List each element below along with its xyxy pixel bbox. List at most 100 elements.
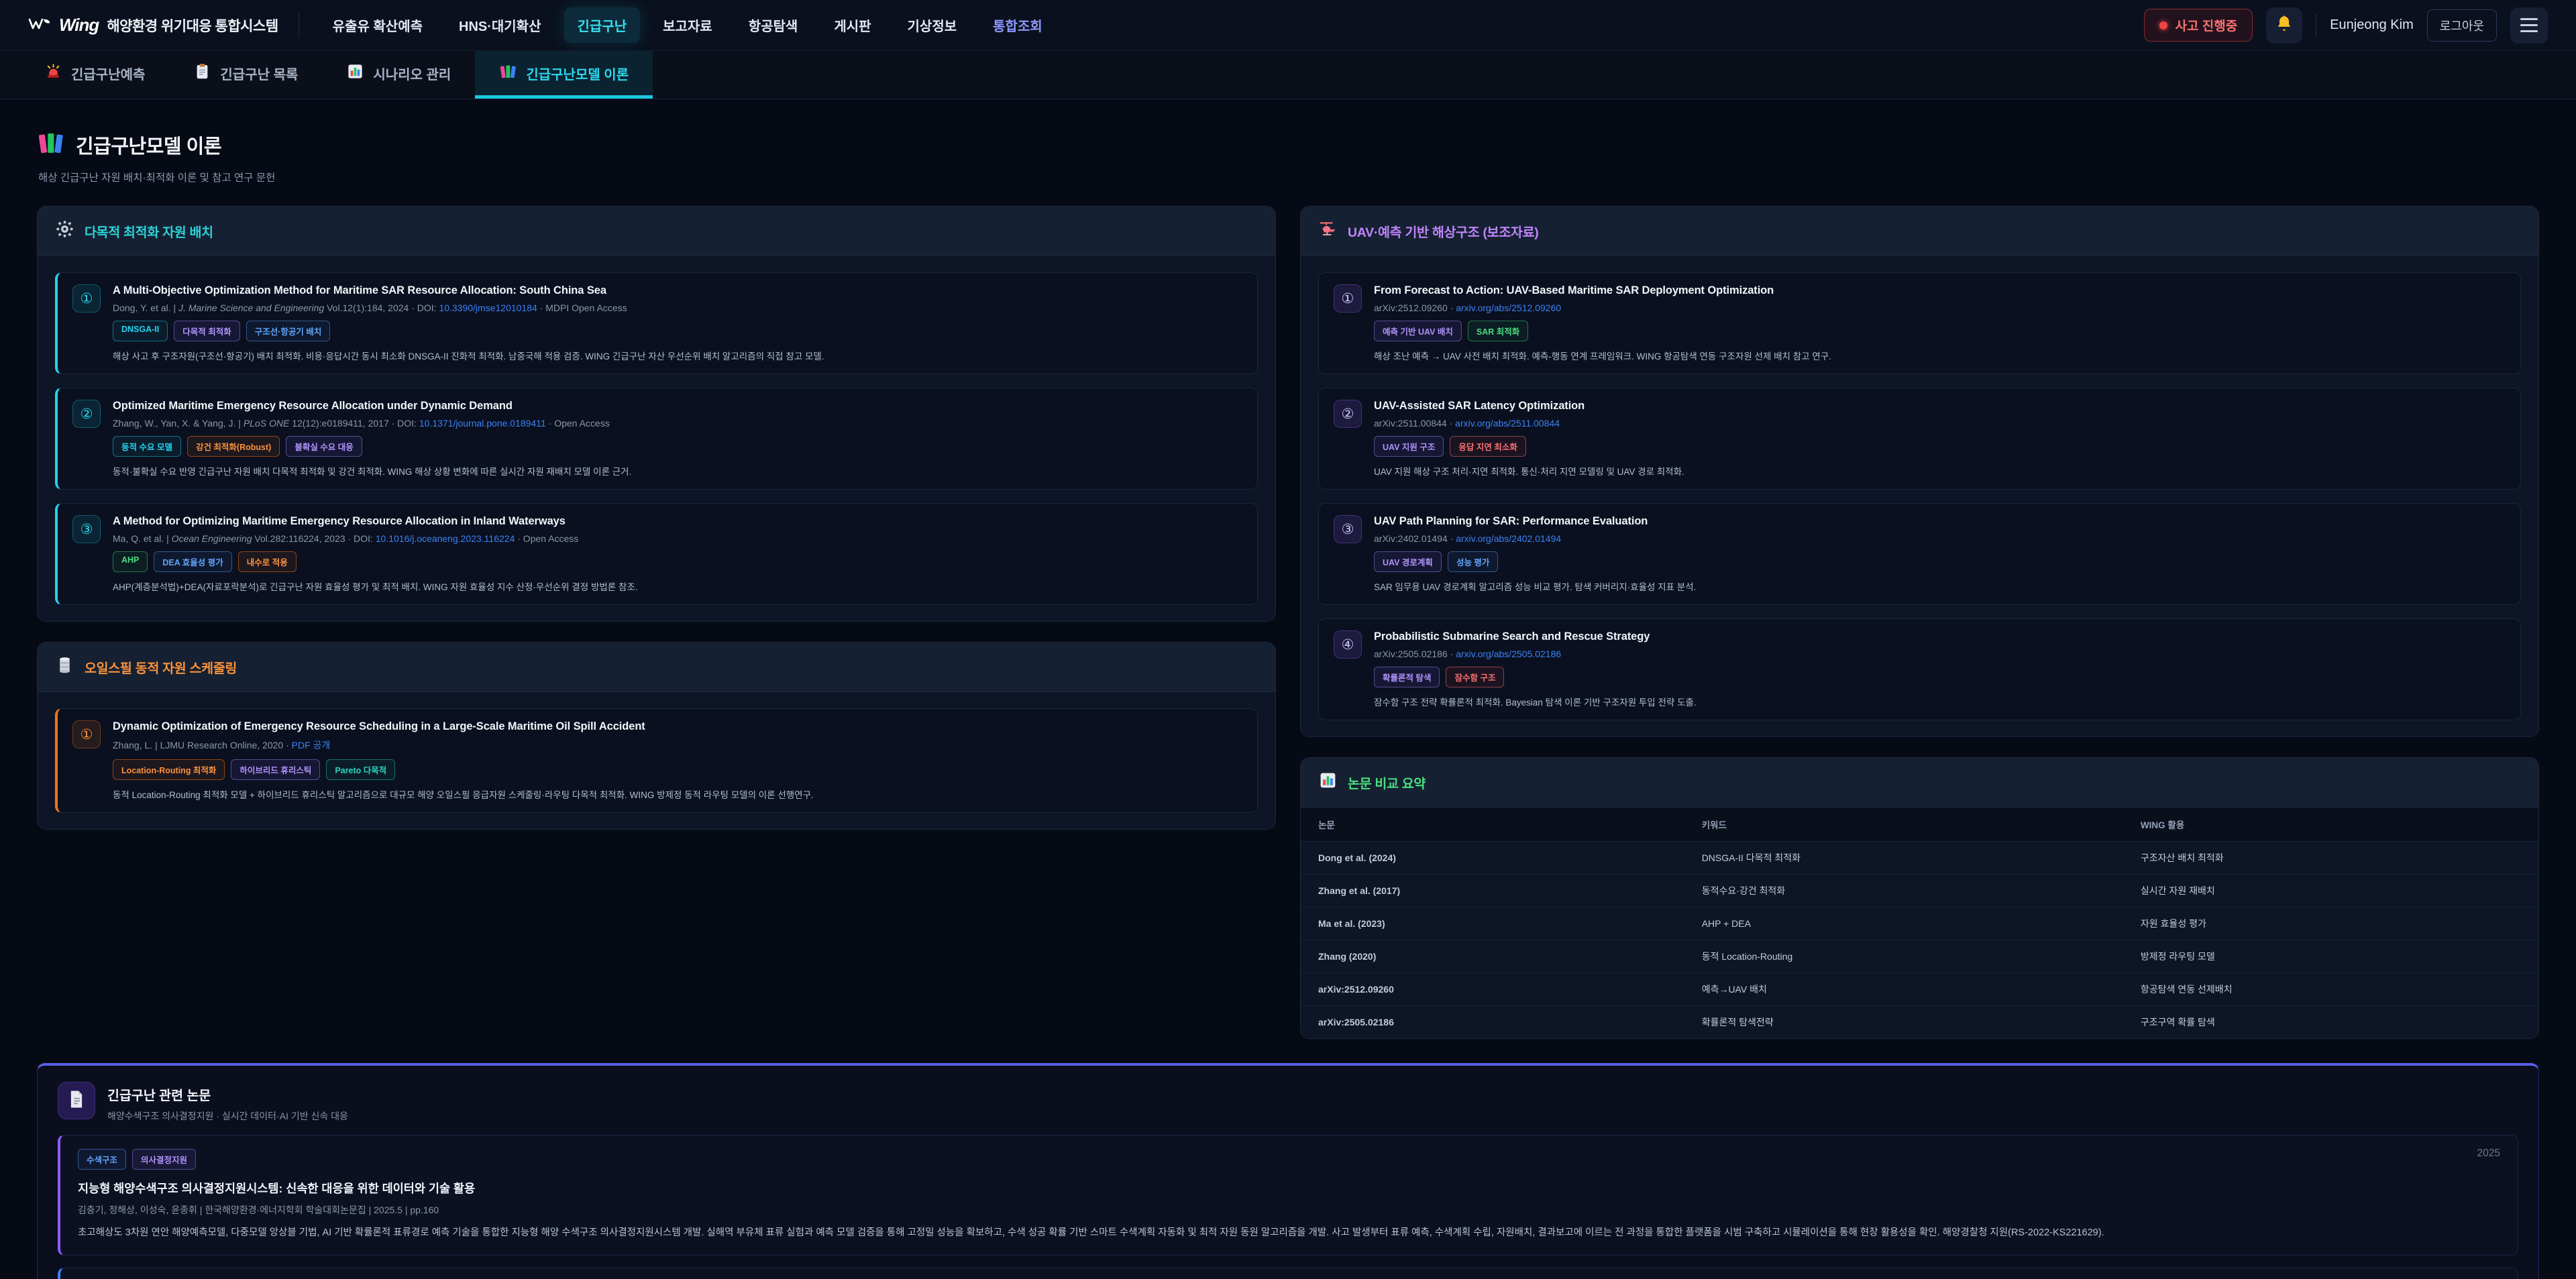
nav-item-유출유 확산예측[interactable]: 유출유 확산예측: [319, 7, 436, 43]
doi-link[interactable]: 10.3390/jmse12010184: [439, 302, 537, 313]
bar-chart-icon: [1318, 771, 1338, 794]
related-header-text: 긴급구난 관련 논문 해양수색구조 의사결정지원 · 실시간 데이터·AI 기반…: [107, 1082, 348, 1123]
paper-link[interactable]: Dong et al. (2024): [1301, 842, 1684, 875]
table-row: Dong et al. (2024)DNSGA-II 다목적 최적화구조자산 배…: [1301, 842, 2538, 875]
journal-name: PLoS ONE: [244, 418, 289, 429]
paper-number-badge: ④: [1334, 630, 1362, 659]
paper-link[interactable]: Ma et al. (2023): [1301, 907, 1684, 940]
nav-item-통합조회[interactable]: 통합조회: [979, 7, 1056, 43]
tab-긴급구난 목록[interactable]: 긴급구난 목록: [169, 51, 322, 99]
meta-text: Zhang, W., Yan, X. & Yang, J. |: [113, 418, 244, 429]
doi-link[interactable]: 10.1371/journal.pone.0189411: [419, 418, 546, 429]
paper-body: UAV-Assisted SAR Latency Optimization ar…: [1374, 400, 2506, 478]
tab-시나리오 관리[interactable]: 시나리오 관리: [322, 51, 475, 99]
wing-usage-cell: 방제정 라우팅 모델: [2123, 940, 2538, 973]
keyword-cell: 예측→UAV 배치: [1684, 973, 2123, 1006]
paper-title: UAV-Assisted SAR Latency Optimization: [1374, 400, 2506, 412]
meta-text: arXiv:2505.02186 ·: [1374, 649, 1456, 659]
brand-name: 해양환경 위기대응 통합시스템: [107, 15, 278, 36]
paper-link[interactable]: arXiv:2505.02186: [1301, 1006, 1684, 1039]
notifications-button[interactable]: [2266, 7, 2302, 44]
page-header: 긴급구난모델 이론: [37, 129, 2539, 160]
paper-description: 동적 Location-Routing 최적화 모델 + 하이브리드 휴리스틱 …: [113, 787, 1242, 801]
tab-label: 긴급구난예측: [71, 64, 145, 83]
paper-title: From Forecast to Action: UAV-Based Marit…: [1374, 284, 2506, 297]
paper-number-badge: ①: [1334, 284, 1362, 313]
doi-link[interactable]: 10.1016/j.oceaneng.2023.116224: [376, 533, 515, 544]
paper-byline: 김충기, 정해상, 이성숙, 윤종휘 | 한국해양환경·에너지학회 학술대회논문…: [78, 1203, 2500, 1217]
gear-icon: [55, 219, 74, 243]
paper-description: 해상 사고 후 구조자원(구조선·항공기) 배치 최적화. 비용·응답시간 동시…: [113, 349, 1242, 362]
section-uav: UAV·예측 기반 해상구조 (보조자료) ① From Forecast to…: [1300, 206, 2539, 737]
paper-title: A Multi-Objective Optimization Method fo…: [113, 284, 1242, 297]
topbar-right: 사고 진행중 Eunjeong Kim 로그아웃: [2144, 7, 2548, 44]
doi-link[interactable]: arxiv.org/abs/2505.02186: [1456, 649, 1561, 659]
helicopter-icon: [1318, 219, 1338, 243]
tag-badge: 구조선·항공기 배치: [246, 321, 331, 341]
paper-meta: arXiv:2505.02186 · arxiv.org/abs/2505.02…: [1374, 649, 2506, 659]
doi-link[interactable]: arxiv.org/abs/2511.00844: [1455, 418, 1560, 429]
tag-badge: Location-Routing 최적화: [113, 759, 225, 780]
paper-meta: arXiv:2512.09260 · arxiv.org/abs/2512.09…: [1374, 302, 2506, 313]
table-row: arXiv:2512.09260예측→UAV 배치항공탐색 연동 선제배치: [1301, 973, 2538, 1006]
hamburger-menu-button[interactable]: [2510, 7, 2548, 44]
logout-button[interactable]: 로그아웃: [2427, 9, 2497, 42]
tag-badge: 예측 기반 UAV 배치: [1374, 321, 1462, 341]
nav-item-항공탐색[interactable]: 항공탐색: [735, 7, 812, 43]
incident-status-badge[interactable]: 사고 진행중: [2144, 9, 2253, 42]
related-title: 긴급구난 관련 논문: [107, 1085, 348, 1104]
document-icon: [66, 1089, 87, 1113]
paper-body: UAV Path Planning for SAR: Performance E…: [1374, 515, 2506, 593]
paper-link[interactable]: Zhang (2020): [1301, 940, 1684, 973]
paper-tags: 동적 수요 모델강건 최적화(Robust)불확실 수요 대응: [113, 436, 1242, 457]
nav-item-보고자료[interactable]: 보고자료: [649, 7, 726, 43]
paper-body: A Multi-Objective Optimization Method fo…: [113, 284, 1242, 362]
comparison-table-header: 논문키워드WING 활용: [1301, 808, 2538, 842]
paper-link[interactable]: arXiv:2512.09260: [1301, 973, 1684, 1006]
table-row: Zhang (2020)동적 Location-Routing방제정 라우팅 모…: [1301, 940, 2538, 973]
paper-card: ① A Multi-Objective Optimization Method …: [55, 272, 1258, 374]
nav-item-긴급구난[interactable]: 긴급구난: [564, 7, 641, 43]
paper-list: ① A Multi-Objective Optimization Method …: [38, 256, 1275, 621]
paper-tags: UAV 지원 구조응답 지연 최소화: [1374, 436, 2506, 457]
tag-badge: 확률론적 탐색: [1374, 667, 1440, 687]
paper-number-badge: ②: [72, 400, 101, 428]
app-screen: Wing 해양환경 위기대응 통합시스템 유출유 확산예측HNS·대기확산긴급구…: [0, 0, 2576, 1279]
tag-badge: 강건 최적화(Robust): [187, 436, 280, 457]
paper-card: ③ UAV Path Planning for SAR: Performance…: [1318, 503, 2521, 605]
keyword-cell: AHP + DEA: [1684, 907, 2123, 940]
paper-number-badge: ②: [1334, 400, 1362, 428]
related-paper-card: 2025 수색구조의사결정지원 지능형 해양수색구조 의사결정지원시스템: 신속…: [58, 1135, 2518, 1256]
wing-logo-icon: [28, 15, 51, 36]
paper-meta: arXiv:2402.01494 · arxiv.org/abs/2402.01…: [1374, 533, 2506, 544]
tab-긴급구난예측[interactable]: 긴급구난예측: [20, 51, 169, 99]
tag-badge: DNSGA-II: [113, 321, 168, 341]
nav-item-게시판[interactable]: 게시판: [820, 7, 884, 43]
tag-badge: 의사결정지원: [132, 1149, 196, 1170]
column-header: 키워드: [1684, 808, 2123, 842]
nav-item-HNS·대기확산[interactable]: HNS·대기확산: [445, 7, 555, 43]
tag-badge: SAR 최적화: [1468, 321, 1528, 341]
paper-tags: 확률론적 탐색잠수함 구조: [1374, 667, 2506, 687]
doi-link[interactable]: arxiv.org/abs/2402.01494: [1456, 533, 1561, 544]
doi-link[interactable]: PDF 공개: [292, 740, 331, 750]
tag-badge: Pareto 다목적: [326, 759, 395, 780]
tag-badge: 다목적 최적화: [174, 321, 239, 341]
meta-text: Zhang, L. | LJMU Research Online, 2020 ·: [113, 740, 292, 750]
section-uav-header: UAV·예측 기반 해상구조 (보조자료): [1301, 207, 2538, 256]
page-title: 긴급구난모델 이론: [76, 131, 221, 159]
paper-meta: Dong, Y. et al. | J. Marine Science and …: [113, 302, 1242, 313]
tag-badge: AHP: [113, 551, 148, 572]
tab-긴급구난모델 이론[interactable]: 긴급구난모델 이론: [475, 51, 653, 99]
section-oil-spill-header: 오일스필 동적 자원 스케줄링: [38, 643, 1275, 692]
doi-link[interactable]: arxiv.org/abs/2512.09260: [1456, 302, 1561, 313]
paper-list: ① From Forecast to Action: UAV-Based Mar…: [1301, 256, 2538, 736]
paper-title: A Method for Optimizing Maritime Emergen…: [113, 515, 1242, 528]
column-header: 논문: [1301, 808, 1684, 842]
page-subtitle: 해상 긴급구난 자원 배치·최적화 이론 및 참고 연구 문헌: [38, 170, 2539, 184]
paper-link[interactable]: Zhang et al. (2017): [1301, 875, 1684, 907]
section-title: 오일스필 동적 자원 스케줄링: [85, 657, 237, 677]
nav-item-기상정보[interactable]: 기상정보: [894, 7, 971, 43]
comparison-table: 논문키워드WING 활용 Dong et al. (2024)DNSGA-II …: [1301, 808, 2538, 1038]
keyword-cell: DNSGA-II 다목적 최적화: [1684, 842, 2123, 875]
